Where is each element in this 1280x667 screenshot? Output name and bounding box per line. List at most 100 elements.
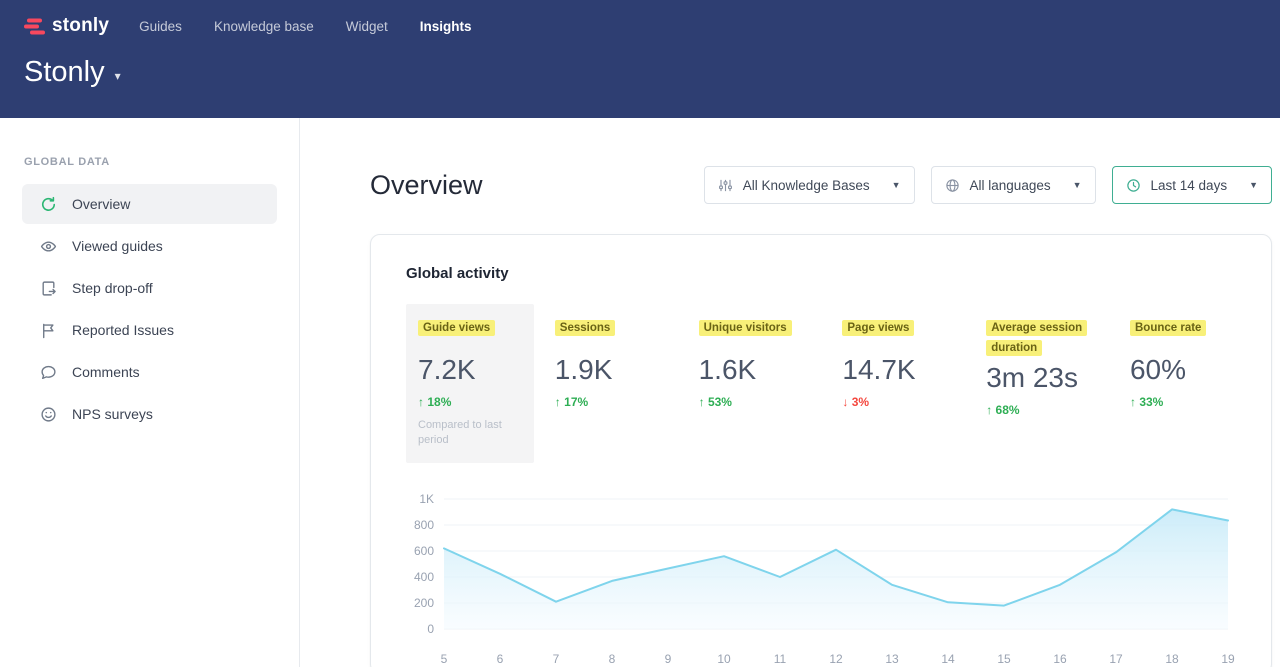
svg-text:800: 800 (414, 518, 434, 532)
activity-chart-svg: 02004006008001K5678910111213141516171819 (406, 489, 1236, 667)
workspace-selector[interactable]: Stonly ▾ (24, 56, 121, 89)
metric-sessions[interactable]: Sessions 1.9K ↑ 17% (543, 304, 678, 463)
flag-icon (40, 322, 57, 339)
metric-change: ↑ 33% (1130, 395, 1224, 409)
sidebar-item-overview[interactable]: Overview (22, 184, 277, 224)
knowledge-bases-filter-value: All Knowledge Bases (743, 178, 870, 193)
metric-page-views[interactable]: Page views 14.7K ↓ 3% (830, 304, 965, 463)
main-content: Overview All Knowledge Bases ▼ (300, 118, 1280, 667)
globe-icon (945, 178, 960, 193)
svg-text:0: 0 (427, 622, 434, 636)
refresh-circle-icon (40, 196, 57, 213)
svg-text:200: 200 (414, 596, 434, 610)
metric-change-value: 17% (564, 395, 588, 409)
metric-change: ↑ 17% (555, 395, 666, 409)
svg-text:13: 13 (885, 652, 899, 666)
svg-text:6: 6 (497, 652, 504, 666)
sidebar-item-comments[interactable]: Comments (22, 352, 277, 392)
clock-icon (1126, 178, 1141, 193)
trend-arrow-icon: ↑ (555, 395, 561, 409)
chevron-down-icon: ▾ (115, 69, 121, 83)
sidebar-item-label: NPS surveys (72, 406, 153, 422)
metric-value: 7.2K (418, 354, 522, 386)
sidebar-item-viewed-guides[interactable]: Viewed guides (22, 226, 277, 266)
metric-value: 60% (1130, 354, 1224, 386)
metric-change-value: 18% (427, 395, 451, 409)
metric-value: 1.6K (699, 354, 810, 386)
svg-text:400: 400 (414, 570, 434, 584)
metric-change-value: 68% (996, 403, 1020, 417)
stonly-logo-icon (24, 17, 45, 36)
metric-change-value: 33% (1139, 395, 1163, 409)
sidebar-item-label: Viewed guides (72, 238, 163, 254)
sidebar: GLOBAL DATA Overview Viewed guides Step … (0, 118, 300, 667)
svg-text:1K: 1K (419, 492, 434, 506)
workspace-name: Stonly (24, 56, 105, 89)
trend-arrow-icon: ↓ (842, 395, 848, 409)
sliders-icon (718, 178, 733, 193)
page-exit-icon (40, 280, 57, 297)
metrics-row: Guide views 7.2K ↑ 18% Compared to last … (406, 304, 1236, 463)
trend-arrow-icon: ↑ (1130, 395, 1136, 409)
svg-text:9: 9 (665, 652, 672, 666)
sidebar-item-reported-issues[interactable]: Reported Issues (22, 310, 277, 350)
trend-arrow-icon: ↑ (418, 395, 424, 409)
activity-chart: 02004006008001K5678910111213141516171819 (406, 489, 1236, 667)
svg-text:14: 14 (941, 652, 955, 666)
filters: All Knowledge Bases ▼ All languages ▼ (704, 166, 1272, 204)
metric-change: ↑ 18% (418, 395, 522, 409)
top-nav: stonly Guides Knowledge base Widget Insi… (24, 12, 1256, 40)
metric-guide-views[interactable]: Guide views 7.2K ↑ 18% Compared to last … (406, 304, 534, 463)
svg-text:600: 600 (414, 544, 434, 558)
nav-items: Guides Knowledge base Widget Insights (139, 19, 471, 34)
sidebar-item-label: Step drop-off (72, 280, 153, 296)
metric-value: 1.9K (555, 354, 666, 386)
card-title: Global activity (406, 265, 1236, 282)
svg-text:15: 15 (997, 652, 1011, 666)
logo-text: stonly (52, 15, 109, 37)
metric-bounce-rate[interactable]: Bounce rate 60% ↑ 33% (1118, 304, 1236, 463)
metric-change: ↑ 53% (699, 395, 810, 409)
svg-text:12: 12 (829, 652, 843, 666)
svg-text:10: 10 (717, 652, 731, 666)
knowledge-bases-filter[interactable]: All Knowledge Bases ▼ (704, 166, 915, 204)
global-activity-card: Global activity Guide views 7.2K ↑ 18% C… (370, 234, 1272, 667)
chevron-down-icon: ▼ (1073, 180, 1082, 190)
metric-avg-session-duration[interactable]: Average session duration 3m 23s ↑ 68% (974, 304, 1109, 463)
sidebar-item-label: Overview (72, 196, 130, 212)
trend-arrow-icon: ↑ (986, 403, 992, 417)
languages-filter[interactable]: All languages ▼ (931, 166, 1096, 204)
chevron-down-icon: ▼ (1249, 180, 1258, 190)
metric-unique-visitors[interactable]: Unique visitors 1.6K ↑ 53% (687, 304, 822, 463)
metric-label: Bounce rate (1130, 320, 1206, 336)
metric-value: 3m 23s (986, 362, 1097, 394)
svg-text:19: 19 (1221, 652, 1235, 666)
nav-item-insights[interactable]: Insights (420, 19, 472, 34)
comment-bubble-icon (40, 364, 57, 381)
nav-item-guides[interactable]: Guides (139, 19, 182, 34)
metric-note: Compared to last period (418, 418, 518, 449)
sidebar-item-label: Comments (72, 364, 140, 380)
metric-label: Guide views (418, 320, 495, 336)
svg-text:18: 18 (1165, 652, 1179, 666)
languages-filter-value: All languages (970, 178, 1051, 193)
metric-change: ↓ 3% (842, 395, 953, 409)
sidebar-section-label: GLOBAL DATA (24, 156, 299, 168)
sidebar-item-nps-surveys[interactable]: NPS surveys (22, 394, 277, 434)
date-range-filter[interactable]: Last 14 days ▼ (1112, 166, 1272, 204)
metric-value: 14.7K (842, 354, 953, 386)
sidebar-item-step-drop-off[interactable]: Step drop-off (22, 268, 277, 308)
metric-change-value: 53% (708, 395, 732, 409)
sidebar-item-label: Reported Issues (72, 322, 174, 338)
svg-text:17: 17 (1109, 652, 1123, 666)
stonly-logo[interactable]: stonly (24, 15, 109, 37)
page-title: Overview (370, 170, 483, 201)
metric-label: Page views (842, 320, 914, 336)
chevron-down-icon: ▼ (892, 180, 901, 190)
svg-text:5: 5 (441, 652, 448, 666)
metric-change-value: 3% (852, 395, 869, 409)
top-header: stonly Guides Knowledge base Widget Insi… (0, 0, 1280, 118)
nav-item-knowledge-base[interactable]: Knowledge base (214, 19, 314, 34)
svg-text:8: 8 (609, 652, 616, 666)
nav-item-widget[interactable]: Widget (346, 19, 388, 34)
